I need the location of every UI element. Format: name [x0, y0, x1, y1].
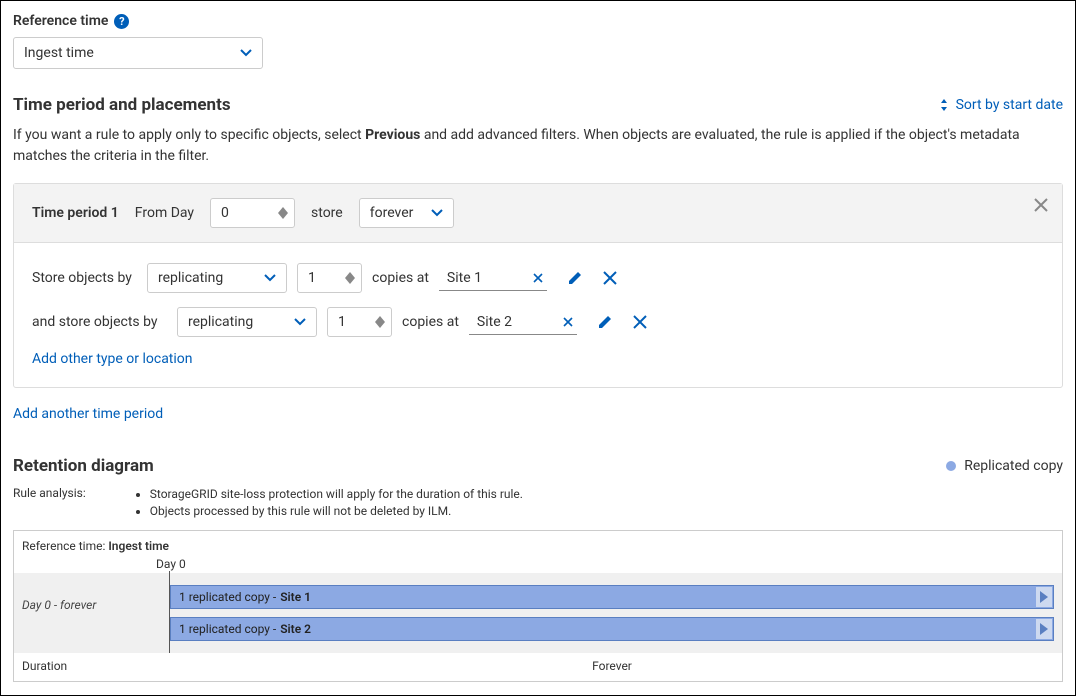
- rule-analysis-item: StorageGRID site-loss protection will ap…: [150, 486, 523, 503]
- retention-bar: 1 replicated copy - Site 2: [170, 617, 1054, 641]
- time-period-header: Time period 1 From Day 0 store forever: [14, 184, 1062, 243]
- chevron-down-icon: [294, 316, 306, 328]
- placement-lead: and store objects by: [32, 314, 167, 330]
- time-period-body: Store objects by replicating 1 copies at…: [14, 243, 1062, 387]
- placement-row: and store objects by replicating 1 copie…: [32, 307, 1044, 337]
- add-location-link[interactable]: Add other type or location: [32, 351, 1044, 367]
- copies-input[interactable]: 1: [327, 307, 392, 337]
- help-icon[interactable]: ?: [114, 14, 129, 29]
- placements-intro: If you want a rule to apply only to spec…: [13, 125, 1063, 167]
- placement-lead: Store objects by: [32, 270, 137, 286]
- placement-row: Store objects by replicating 1 copies at…: [32, 263, 1044, 293]
- from-day-label: From Day: [135, 205, 194, 221]
- site-select[interactable]: Site 2: [469, 310, 577, 335]
- retention-heading: Retention diagram: [13, 456, 154, 476]
- add-time-period-link[interactable]: Add another time period: [13, 406, 1063, 422]
- placements-header: Time period and placements Sort by start…: [13, 95, 1063, 115]
- chevron-down-icon: [431, 207, 443, 219]
- reference-time-select[interactable]: Ingest time: [13, 37, 263, 69]
- rule-analysis-list: StorageGRID site-loss protection will ap…: [150, 486, 523, 520]
- site-select[interactable]: Site 1: [439, 266, 547, 291]
- legend-dot-icon: [946, 461, 956, 471]
- period-band: Day 0 - forever 1 replicated copy - Site…: [14, 573, 1062, 653]
- stepper-icon[interactable]: [345, 272, 355, 284]
- retention-diagram: Reference time: Ingest time Day 0 Day 0 …: [13, 530, 1063, 682]
- day0-label: Day 0: [14, 557, 1062, 571]
- sort-icon: [938, 99, 950, 111]
- edit-icon[interactable]: [597, 314, 613, 330]
- timeline: Day 0 - forever 1 replicated copy - Site…: [14, 573, 1062, 653]
- clear-site-icon[interactable]: [533, 273, 543, 283]
- stepper-icon[interactable]: [278, 207, 288, 219]
- reference-time-value: Ingest time: [24, 45, 94, 61]
- method-select[interactable]: replicating: [177, 307, 317, 337]
- time-period-1: Time period 1 From Day 0 store forever S…: [13, 183, 1063, 388]
- clear-site-icon[interactable]: [563, 317, 573, 327]
- duration-select[interactable]: forever: [359, 198, 455, 228]
- retention-bar: 1 replicated copy - Site 1: [170, 585, 1054, 609]
- bar-arrow-icon: [1036, 619, 1052, 639]
- time-period-title: Time period 1: [32, 205, 119, 221]
- bars-column: 1 replicated copy - Site 1 1 replicated …: [170, 573, 1062, 653]
- copies-label: copies at: [402, 314, 459, 330]
- remove-placement-icon[interactable]: [633, 315, 647, 329]
- duration-value: Forever: [170, 659, 1054, 673]
- rule-analysis: Rule analysis: StorageGRID site-loss pro…: [13, 486, 1063, 520]
- diagram-reference-time: Reference time: Ingest time: [14, 531, 1062, 557]
- sort-by-start-date[interactable]: Sort by start date: [938, 97, 1063, 113]
- copies-label: copies at: [372, 270, 429, 286]
- rule-analysis-label: Rule analysis:: [13, 486, 86, 500]
- stepper-icon[interactable]: [375, 316, 385, 328]
- retention-header: Retention diagram Replicated copy: [13, 456, 1063, 476]
- placements-heading: Time period and placements: [13, 95, 231, 115]
- chevron-down-icon: [264, 272, 276, 284]
- chevron-down-icon: [240, 47, 252, 59]
- rule-analysis-item: Objects processed by this rule will not …: [150, 503, 523, 520]
- remove-placement-icon[interactable]: [603, 271, 617, 285]
- method-select[interactable]: replicating: [147, 263, 287, 293]
- from-day-input[interactable]: 0: [210, 198, 295, 228]
- duration-label: Duration: [22, 659, 170, 673]
- legend-replicated: Replicated copy: [946, 458, 1063, 474]
- period-label: Day 0 - forever: [14, 573, 170, 653]
- duration-row: Duration Forever: [14, 653, 1062, 681]
- reference-time-section: Reference time ? Ingest time: [13, 13, 1063, 69]
- remove-period-icon[interactable]: [1034, 198, 1048, 212]
- reference-time-label: Reference time: [13, 13, 108, 29]
- store-label: store: [311, 205, 343, 221]
- edit-icon[interactable]: [567, 270, 583, 286]
- bar-arrow-icon: [1036, 587, 1052, 607]
- copies-input[interactable]: 1: [297, 263, 362, 293]
